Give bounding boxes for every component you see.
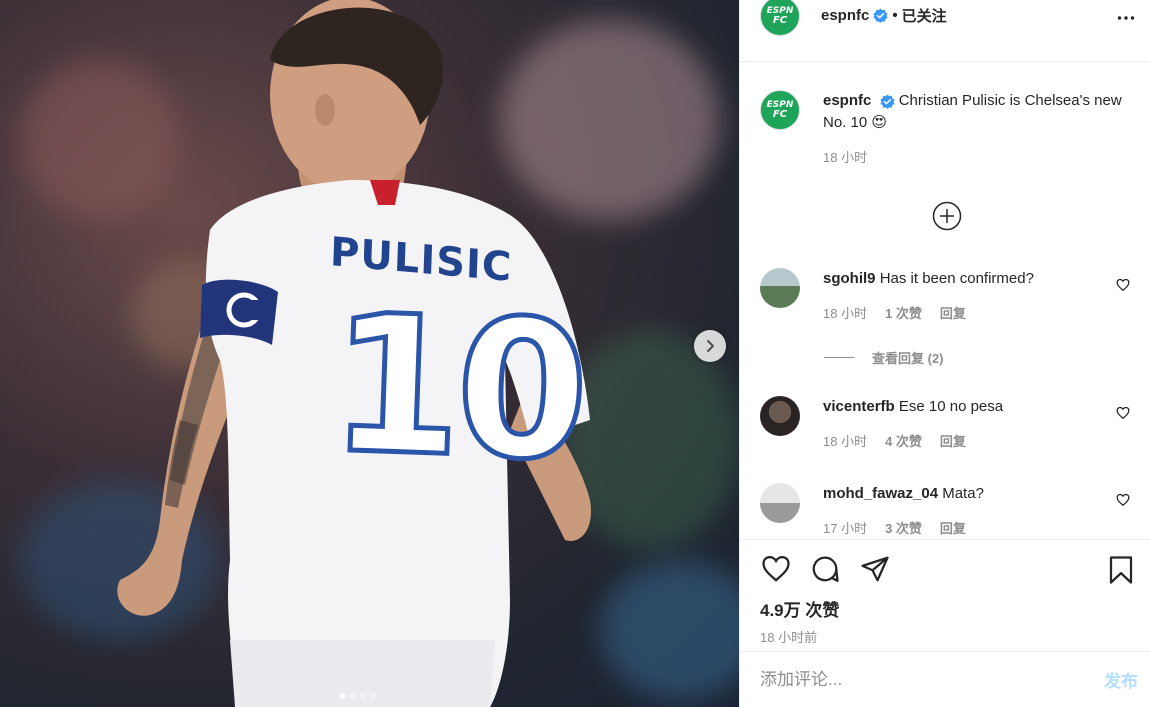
instagram-post: PULISIC 10 ESPN FC espnfc • 已关注 ESPN FC … <box>0 0 1150 707</box>
comment-meta: 18 小时 1 次赞 回复 <box>823 303 1103 322</box>
reply-button[interactable]: 回复 <box>940 303 966 322</box>
commenter-avatar[interactable] <box>760 268 800 308</box>
verified-badge-icon <box>873 8 888 23</box>
carousel-dot <box>370 693 376 699</box>
comment-likes-link[interactable]: 3 次赞 <box>885 518 922 537</box>
comment-text-line: mohd_fawaz_04 Mata? <box>823 483 1103 505</box>
load-more-comments-button[interactable] <box>932 201 962 236</box>
account-username-link[interactable]: espnfc <box>821 7 869 24</box>
comment-likes-link[interactable]: 1 次赞 <box>885 303 922 322</box>
comment-text: Mata? <box>942 485 984 502</box>
view-replies-label: 查看回复 (2) <box>872 351 944 366</box>
carousel-next-button[interactable] <box>694 330 726 362</box>
comment-likes-link[interactable]: 4 次赞 <box>885 431 922 450</box>
caption-body: espnfc Christian Pulisic is Chelsea's ne… <box>823 90 1123 169</box>
comment-button[interactable] <box>810 554 840 589</box>
carousel-dot <box>360 693 366 699</box>
like-button[interactable] <box>760 554 792 589</box>
comment-body: vicenterfb Ese 10 no pesa 18 小时 4 次赞 回复 <box>823 396 1103 450</box>
comments-list: ESPN FC espnfc Christian Pulisic is Chel… <box>740 62 1150 539</box>
carousel-dot <box>350 693 356 699</box>
chevron-right-icon <box>706 339 715 353</box>
comment-item: sgohil9 Has it been confirmed? 18 小时 1 次… <box>760 268 1130 322</box>
commenter-username-link[interactable]: sgohil9 <box>823 270 876 287</box>
commenter-username-link[interactable]: vicenterfb <box>823 398 895 415</box>
heart-icon <box>1116 406 1130 420</box>
post-caption: ESPN FC espnfc Christian Pulisic is Chel… <box>760 90 1130 169</box>
comment-like-button[interactable] <box>1116 493 1130 512</box>
background-bokeh <box>600 560 739 700</box>
share-icon <box>861 556 889 582</box>
comment-like-button[interactable] <box>1116 278 1130 297</box>
bookmark-icon <box>1109 556 1133 584</box>
header-separator: • <box>892 7 898 24</box>
post-timestamp[interactable]: 18 小时前 <box>760 627 817 646</box>
post-comment-button[interactable]: 发布 <box>1104 667 1138 692</box>
view-replies-button[interactable]: 查看回复 (2) <box>824 348 944 367</box>
comment-text: Has it been confirmed? <box>879 270 1034 287</box>
comment-body: mohd_fawaz_04 Mata? 17 小时 3 次赞 回复 <box>823 483 1103 537</box>
account-avatar[interactable]: ESPN FC <box>760 0 800 36</box>
commenter-avatar[interactable] <box>760 483 800 523</box>
verified-badge-icon <box>880 94 895 109</box>
post-header: ESPN FC espnfc • 已关注 <box>740 0 1150 62</box>
carousel-dot <box>340 693 346 699</box>
more-options-button[interactable] <box>1116 8 1136 33</box>
comment-item: mohd_fawaz_04 Mata? 17 小时 3 次赞 回复 <box>760 483 1130 537</box>
carousel-indicator <box>340 693 376 699</box>
likes-count[interactable]: 4.9万 次赞 <box>760 596 839 621</box>
comment-input[interactable] <box>760 669 1080 690</box>
comment-time[interactable]: 18 小时 <box>823 431 867 450</box>
heart-icon <box>1116 278 1130 292</box>
heart-icon <box>762 555 790 582</box>
more-options-icon <box>1117 16 1135 20</box>
reply-button[interactable]: 回复 <box>940 431 966 450</box>
add-circle-icon <box>932 201 962 231</box>
caption-time[interactable]: 18 小时 <box>823 147 1123 169</box>
avatar-logo-text: FC <box>772 109 788 120</box>
comment-text-line: sgohil9 Has it been confirmed? <box>823 268 1103 290</box>
commenter-avatar[interactable] <box>760 396 800 436</box>
comment-time[interactable]: 17 小时 <box>823 518 867 537</box>
post-side-panel: ESPN FC espnfc • 已关注 ESPN FC espnfc Chri… <box>739 0 1150 707</box>
header-user-line: espnfc • 已关注 <box>821 5 947 26</box>
caption-username-link[interactable]: espnfc <box>823 92 871 109</box>
commenter-username-link[interactable]: mohd_fawaz_04 <box>823 485 938 502</box>
replies-divider <box>824 357 854 358</box>
avatar-logo-text: FC <box>772 15 788 26</box>
post-media: PULISIC 10 <box>0 0 739 707</box>
save-button[interactable] <box>1106 554 1136 591</box>
comment-like-button[interactable] <box>1116 406 1130 425</box>
reply-button[interactable]: 回复 <box>940 518 966 537</box>
comment-meta: 18 小时 4 次赞 回复 <box>823 431 1103 450</box>
jersey-number-print: 10 <box>324 271 589 506</box>
share-button[interactable] <box>860 554 890 589</box>
post-actions: 4.9万 次赞 18 小时前 <box>740 539 1150 651</box>
comment-body: sgohil9 Has it been confirmed? 18 小时 1 次… <box>823 268 1103 322</box>
comment-text: Ese 10 no pesa <box>898 398 1004 415</box>
comment-icon <box>812 556 839 582</box>
comment-text-line: vicenterfb Ese 10 no pesa <box>823 396 1103 418</box>
caption-avatar[interactable]: ESPN FC <box>760 90 800 130</box>
comment-meta: 17 小时 3 次赞 回复 <box>823 518 1103 537</box>
heart-icon <box>1116 493 1130 507</box>
comment-item: vicenterfb Ese 10 no pesa 18 小时 4 次赞 回复 <box>760 396 1130 450</box>
add-comment-section: 发布 <box>740 651 1150 707</box>
following-button[interactable]: 已关注 <box>902 5 947 26</box>
comment-time[interactable]: 18 小时 <box>823 303 867 322</box>
